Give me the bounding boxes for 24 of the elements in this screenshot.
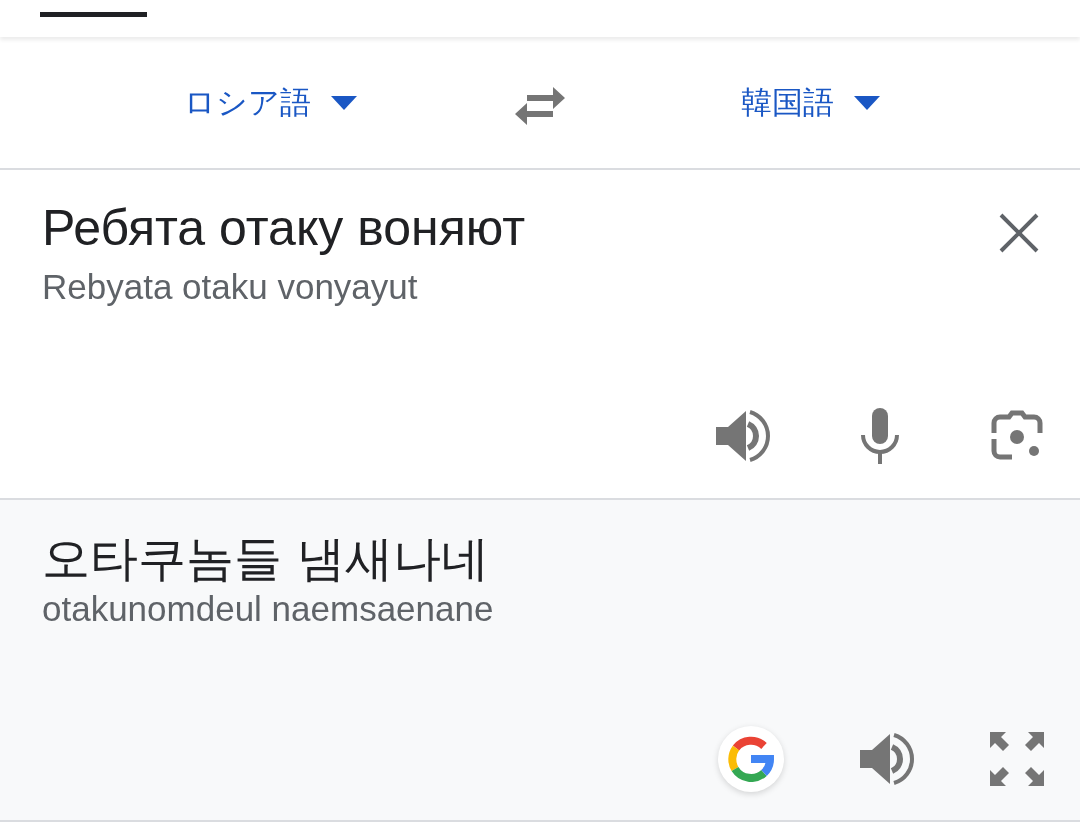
camera-button[interactable]	[990, 409, 1044, 463]
close-button[interactable]	[998, 212, 1040, 254]
speaker-button[interactable]	[860, 733, 914, 785]
speaker-icon	[860, 733, 914, 785]
swap-languages-button[interactable]	[513, 85, 567, 125]
speaker-button[interactable]	[716, 410, 770, 462]
camera-icon	[990, 409, 1044, 463]
speaker-icon	[716, 410, 770, 462]
google-button[interactable]	[718, 726, 784, 792]
close-icon	[998, 212, 1040, 254]
fullscreen-button[interactable]	[990, 732, 1044, 786]
language-selector[interactable]: ロシア語	[183, 79, 357, 126]
romanization-text: otakunomdeul naemsaenane	[42, 588, 495, 630]
translation-text: 오타쿠놈들 냄새나네	[42, 529, 491, 588]
dropdown-caret-icon	[853, 95, 880, 110]
swap-icon	[513, 85, 567, 125]
g-logo-icon	[728, 736, 774, 782]
language-selector[interactable]: 韓国語	[740, 79, 880, 126]
fullscreen-icon	[990, 732, 1044, 786]
source-text: Ребята отаку воняют	[42, 199, 526, 258]
transliteration-text: Rebyata otaku vonyayut	[42, 266, 419, 308]
dropdown-caret-icon	[330, 95, 357, 110]
microphone-icon	[860, 408, 900, 464]
microphone-button[interactable]	[860, 408, 900, 464]
